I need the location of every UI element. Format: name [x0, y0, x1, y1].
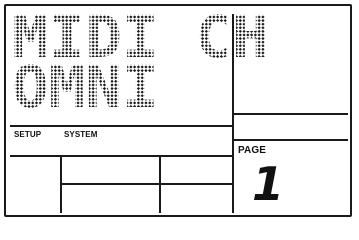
page-number: 1	[252, 157, 285, 211]
left-rule-lower	[60, 183, 232, 185]
right-rule-lower	[234, 139, 348, 141]
system-label: SYSTEM	[64, 130, 98, 139]
display-line-2: OMNI	[12, 53, 159, 121]
segment-separator-1	[60, 157, 62, 213]
left-rule-upper	[10, 125, 232, 127]
setup-label: SETUP	[14, 130, 42, 139]
page-label: PAGE	[238, 145, 266, 156]
right-rule-upper	[234, 113, 348, 115]
left-rule-middle	[10, 155, 232, 157]
lcd-panel: MIDI CH OMNI SETUP SYSTEM PAGE 1	[4, 4, 352, 217]
segment-separator-2	[159, 157, 161, 213]
